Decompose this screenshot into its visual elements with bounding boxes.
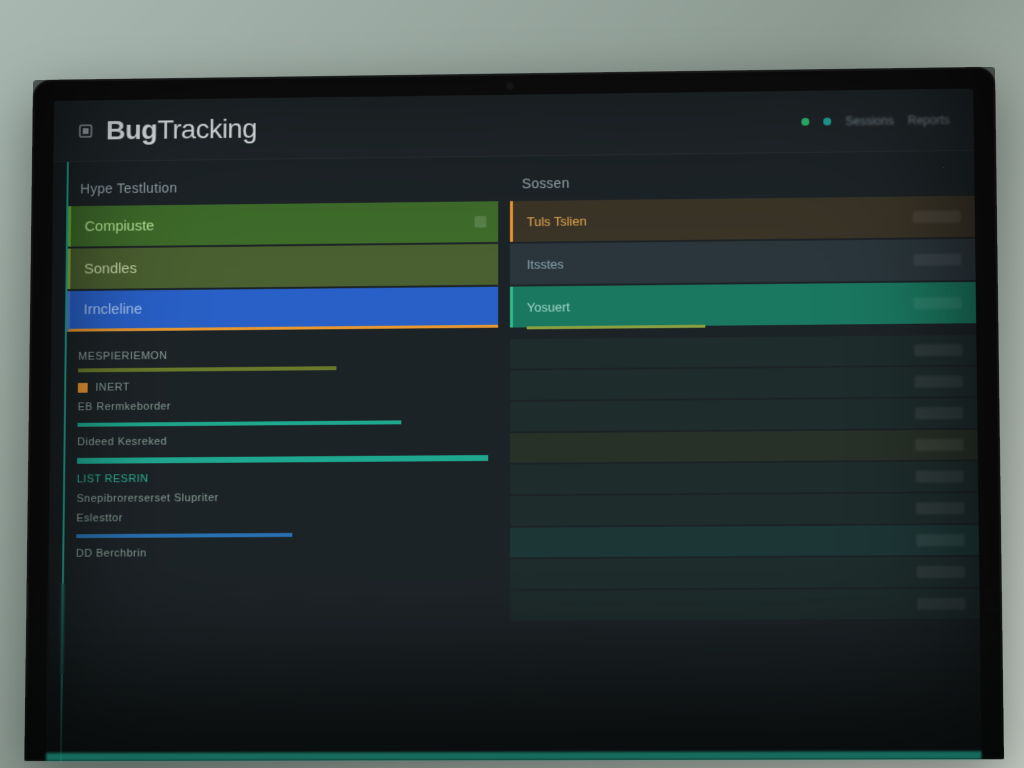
nav-item-sources[interactable]: Sondles xyxy=(67,244,498,289)
nav-item-timeline[interactable]: Irncleline xyxy=(67,287,498,332)
header-link-reports[interactable]: Reports xyxy=(908,113,950,127)
progress-bar xyxy=(77,455,488,464)
list-item[interactable] xyxy=(510,525,979,557)
app-title: BugTracking xyxy=(106,113,257,146)
row-label: Tuls Tslien xyxy=(527,213,587,228)
bottom-glow xyxy=(46,751,981,761)
detail-row[interactable]: Yosuert xyxy=(510,282,976,328)
row-value xyxy=(914,297,962,309)
detail-row[interactable]: Tuls Tslien xyxy=(510,196,975,242)
row-value xyxy=(916,502,965,514)
header-link-sessions[interactable]: Sessions xyxy=(845,113,894,127)
list-item[interactable] xyxy=(510,367,977,400)
sub-item[interactable]: Dideed Kesreked xyxy=(65,429,498,452)
list-item[interactable] xyxy=(510,430,978,463)
sub-item[interactable]: Snepibrorerserset Slupriter xyxy=(65,486,498,508)
sub-label: Dideed Kesreked xyxy=(77,436,167,448)
nav-label: Irncleline xyxy=(84,301,143,318)
sub-label: Snepibrorerserset Slupriter xyxy=(77,492,219,505)
sub-item[interactable]: Eslesttor xyxy=(65,506,499,528)
sub-label: Eslesttor xyxy=(76,512,122,524)
webcam-dot xyxy=(507,83,513,89)
row-value xyxy=(914,344,962,356)
sub-label: EB Rermkeborder xyxy=(78,401,171,413)
row-value xyxy=(916,470,964,482)
sub-item[interactable]: EB Rermkeborder xyxy=(66,394,498,417)
row-value xyxy=(915,439,963,451)
nav-label: Sondles xyxy=(84,260,137,277)
row-value xyxy=(917,598,966,610)
row-value xyxy=(917,566,966,578)
row-value xyxy=(915,407,963,419)
nav-column: Hype Testlution Compiuste Sondles Irncle… xyxy=(62,170,498,761)
row-label: Yosuert xyxy=(527,299,570,314)
status-dot-online-icon xyxy=(802,117,810,125)
detail-column: Sossen Tuls Tslien Itsstes Yosuert xyxy=(498,164,982,760)
row-value xyxy=(916,534,965,546)
sub-section-heading: MESPIERIEMON xyxy=(66,347,498,363)
sub-label: DD Berchbrin xyxy=(76,548,147,560)
detail-row[interactable]: Itsstes xyxy=(510,239,976,285)
list-item[interactable] xyxy=(510,335,977,369)
status-dot-sync-icon xyxy=(823,117,831,125)
row-value xyxy=(913,211,961,223)
row-value xyxy=(915,376,963,388)
progress-bar xyxy=(77,420,401,426)
sub-label: INERT xyxy=(95,382,130,394)
sub-label: LIST RESRIN xyxy=(77,473,149,485)
list-item[interactable] xyxy=(510,557,979,589)
list-item[interactable] xyxy=(510,589,980,621)
square-marker-icon xyxy=(78,383,88,393)
list-item[interactable] xyxy=(510,398,977,431)
progress-bar xyxy=(76,533,292,538)
section-heading: Hype Testlution xyxy=(68,170,498,206)
nav-item-complete[interactable]: Compiuste xyxy=(68,201,498,246)
list-item[interactable] xyxy=(510,493,979,526)
app-logo-icon xyxy=(77,122,95,139)
list-item[interactable] xyxy=(510,461,978,494)
sub-item[interactable]: DD Berchbrin xyxy=(64,542,498,564)
app-header: BugTracking Sessions Reports xyxy=(53,89,974,163)
row-value xyxy=(913,254,961,266)
progress-bar xyxy=(78,366,336,372)
row-label: Itsstes xyxy=(527,256,564,271)
nav-label: Compiuste xyxy=(84,217,154,234)
